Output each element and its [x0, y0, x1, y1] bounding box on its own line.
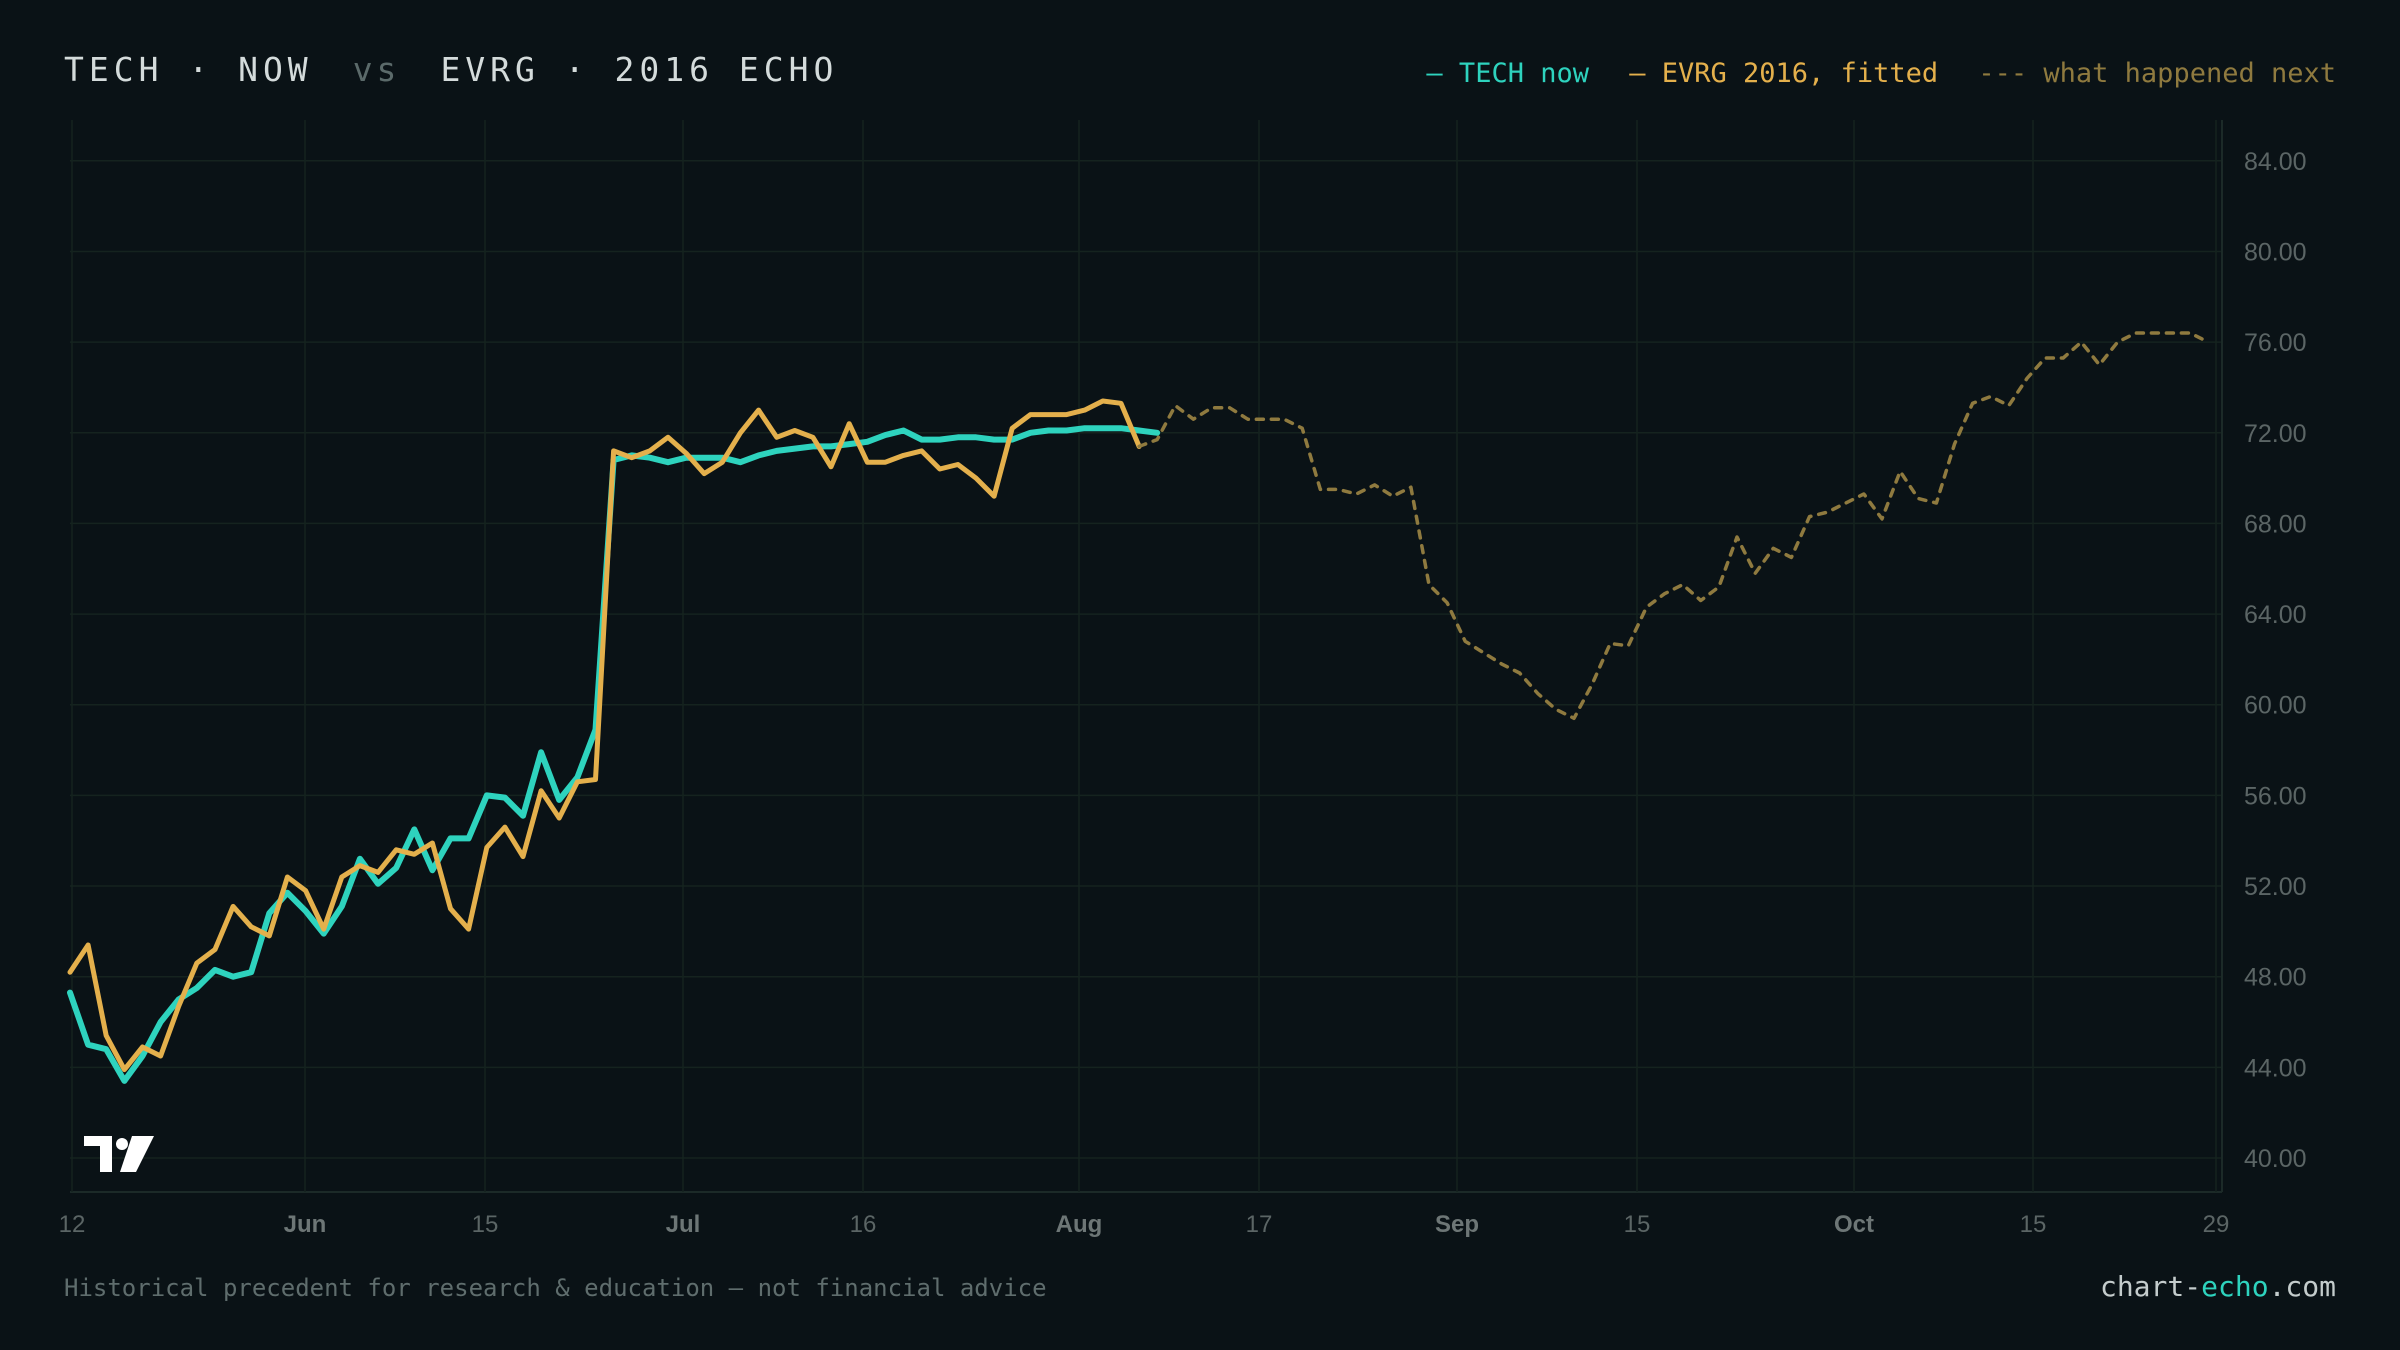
x-tick-label: Jun [284, 1211, 327, 1238]
axes: 84.00 80.00 76.00 72.00 68.00 64.00 60.00 56.00… [59, 148, 2307, 1238]
y-tick-label: 72.00 [2244, 420, 2307, 448]
brand-accent: echo [2201, 1270, 2269, 1303]
x-tick-label: 17 [1246, 1211, 1273, 1238]
x-tick-label: Jul [666, 1211, 701, 1238]
x-tick-label: 15 [472, 1211, 499, 1238]
y-tick-label: 76.00 [2244, 329, 2307, 357]
x-tick-label: Aug [1056, 1211, 1103, 1238]
x-tick-label: 15 [2020, 1211, 2047, 1238]
series [67, 331, 2210, 1084]
chart-canvas: 84.00 80.00 76.00 72.00 68.00 64.00 60.00 56.00… [59, 120, 2307, 1238]
brand-prefix: chart- [2099, 1270, 2202, 1303]
series-line-what-happened-next [1137, 331, 2210, 721]
disclaimer: Historical precedent for research & educ… [64, 1274, 1047, 1302]
x-tick-label: 29 [2203, 1211, 2230, 1238]
grid [70, 120, 2223, 1193]
x-tick-label: 15 [1624, 1211, 1651, 1238]
tradingview-logo-icon[interactable] [84, 1136, 154, 1172]
y-tick-label: 84.00 [2244, 148, 2307, 176]
brand-link[interactable]: chart-echo.com [2100, 1270, 2336, 1303]
x-tick-label: Sep [1435, 1211, 1479, 1238]
y-tick-label: 44.00 [2244, 1054, 2307, 1082]
x-tick-label: 12 [59, 1211, 86, 1238]
y-tick-label: 64.00 [2244, 601, 2307, 629]
brand-suffix: .com [2268, 1270, 2336, 1303]
y-tick-label: 52.00 [2244, 873, 2307, 901]
y-tick-label: 60.00 [2244, 692, 2307, 720]
y-tick-label: 80.00 [2244, 238, 2307, 266]
y-tick-label: 56.00 [2244, 782, 2307, 810]
y-tick-label: 40.00 [2244, 1145, 2307, 1173]
x-tick-label: Oct [1834, 1211, 1874, 1238]
y-tick-label: 48.00 [2244, 964, 2307, 992]
y-tick-label: 68.00 [2244, 510, 2307, 538]
series-line-tech-now [67, 425, 1161, 1084]
x-tick-label: 16 [850, 1211, 877, 1238]
series-line-evrg-fitted [67, 398, 1142, 1073]
